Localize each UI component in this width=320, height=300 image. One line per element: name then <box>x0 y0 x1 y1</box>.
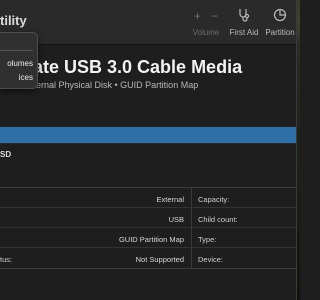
partition-map-value: GUID Partition Map <box>118 235 184 244</box>
connection-value: USB <box>168 215 184 224</box>
stethoscope-icon <box>227 8 261 24</box>
disk-info-table: External Capacity: USB Child count: GUID… <box>0 187 296 269</box>
view-dropdown-menu: olumes ices <box>0 32 38 89</box>
info-row: External Capacity: <box>0 188 296 208</box>
toolbar: tility + − Volume First Aid Partition <box>0 0 296 45</box>
volume-label: Volume <box>192 28 220 37</box>
disk-title: ate USB 3.0 Cable Media <box>33 57 243 77</box>
info-row: tus: Not Supported Device: <box>0 248 296 268</box>
location-value: External <box>156 195 184 204</box>
child-count-label: Child count: <box>198 215 238 224</box>
menu-item-show-all-devices[interactable]: ices <box>19 73 33 82</box>
device-label: Device: <box>198 255 224 264</box>
capacity-label: Capacity: <box>198 195 230 204</box>
info-row: USB Child count: <box>0 208 296 228</box>
disk-usage-bar <box>0 127 296 143</box>
pie-chart-icon <box>264 8 296 24</box>
first-aid-button[interactable]: First Aid <box>227 8 261 37</box>
divider <box>0 143 296 144</box>
disk-subtitle: ernal Physical Disk • GUID Partition Map <box>36 80 199 90</box>
smart-status-value: Not Supported <box>135 255 184 264</box>
info-row: GUID Partition Map Type: <box>0 228 296 248</box>
type-label: Type: <box>198 235 217 244</box>
menu-item-show-all-volumes[interactable]: olumes <box>7 59 33 68</box>
window-title: tility <box>0 13 27 28</box>
menu-separator <box>0 50 33 51</box>
partition-label: Partition <box>265 28 295 37</box>
usage-legend-name: SD <box>0 150 12 159</box>
smart-status-label: tus: <box>0 255 13 264</box>
disk-utility-window: tility + − Volume First Aid Partition at… <box>0 0 297 300</box>
partition-button[interactable]: Partition <box>264 8 296 37</box>
plus-minus-icon: + − <box>193 9 219 23</box>
volume-button[interactable]: + − Volume <box>191 8 221 37</box>
first-aid-label: First Aid <box>229 28 259 37</box>
